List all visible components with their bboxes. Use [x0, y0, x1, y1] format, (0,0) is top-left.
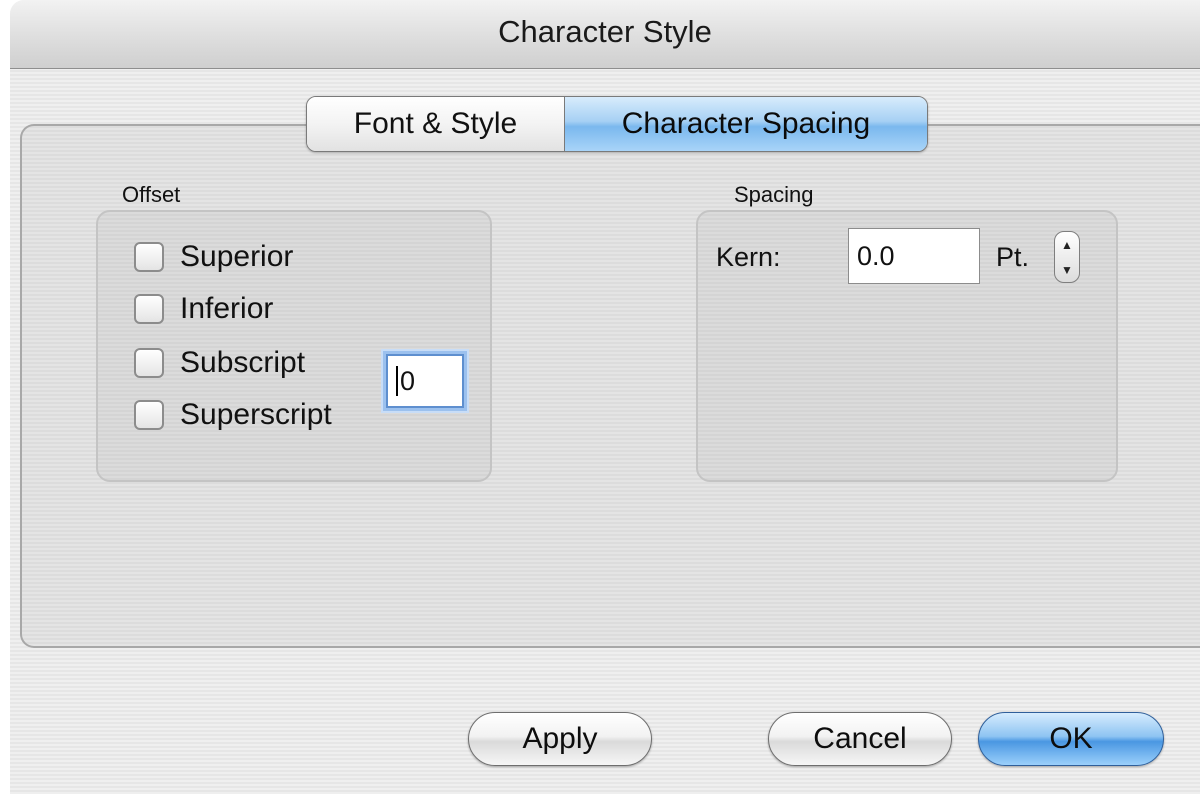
superior-label[interactable]: Superior — [180, 240, 293, 274]
inferior-checkbox[interactable] — [134, 294, 164, 324]
superior-checkbox[interactable] — [134, 242, 164, 272]
kern-unit-label: Pt. — [996, 242, 1030, 272]
subscript-checkbox[interactable] — [134, 348, 164, 378]
apply-button[interactable]: Apply — [468, 712, 652, 766]
subscript-label[interactable]: Subscript — [180, 346, 305, 380]
cancel-button[interactable]: Cancel — [768, 712, 952, 766]
offset-group-label: Offset — [122, 182, 181, 207]
inferior-option[interactable]: Inferior — [134, 292, 273, 326]
text-caret — [396, 366, 398, 396]
subscript-option[interactable]: Subscript — [134, 346, 305, 380]
stepper-down-icon[interactable]: ▼ — [1061, 264, 1073, 276]
offset-value: 0 — [400, 365, 416, 396]
superior-option[interactable]: Superior — [134, 240, 293, 274]
superscript-label[interactable]: Superscript — [180, 398, 332, 432]
character-style-dialog: Character Style Font & Style Character S… — [10, 0, 1200, 794]
kern-label: Kern: — [716, 242, 781, 272]
kern-value: 0.0 — [857, 240, 895, 271]
tab-character-spacing[interactable]: Character Spacing — [565, 97, 927, 151]
spacing-group-label: Spacing — [734, 182, 814, 207]
kern-input[interactable]: 0.0 — [848, 228, 980, 284]
kern-stepper[interactable]: ▲ ▼ — [1054, 231, 1080, 283]
window-title: Character Style — [498, 14, 712, 49]
tab-font-and-style[interactable]: Font & Style — [307, 97, 565, 151]
ok-button[interactable]: OK — [978, 712, 1164, 766]
stepper-up-icon[interactable]: ▲ — [1061, 239, 1073, 251]
superscript-option[interactable]: Superscript — [134, 398, 332, 432]
offset-value-input[interactable]: 0 — [386, 354, 464, 408]
inferior-label[interactable]: Inferior — [180, 292, 273, 326]
tab-bar: Font & Style Character Spacing — [306, 96, 928, 152]
title-bar[interactable]: Character Style — [10, 0, 1200, 69]
superscript-checkbox[interactable] — [134, 400, 164, 430]
